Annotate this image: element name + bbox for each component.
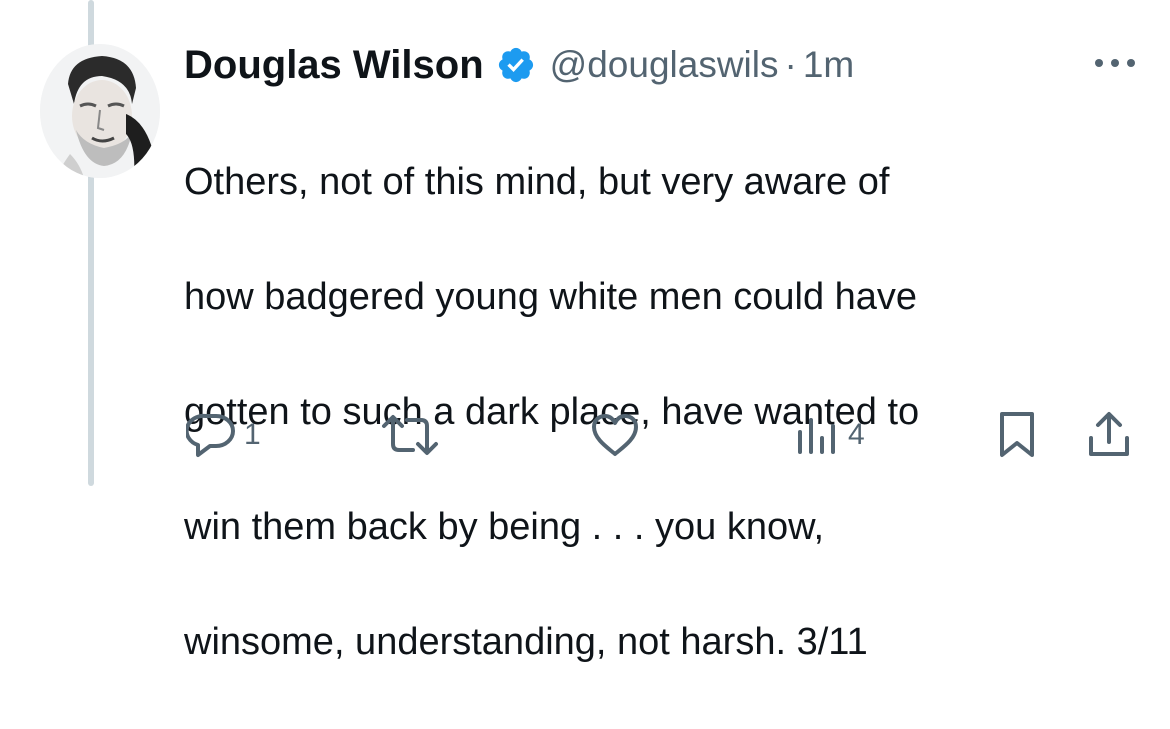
verified-badge-icon[interactable] xyxy=(496,45,536,85)
separator-dot: · xyxy=(784,44,797,85)
views-button[interactable]: 4 xyxy=(794,410,865,460)
more-button[interactable] xyxy=(1090,48,1140,78)
author-handle[interactable]: @douglaswils xyxy=(550,44,779,86)
tweet-text-line: how badgered young white men could have xyxy=(184,275,918,318)
reply-count: 1 xyxy=(244,418,261,451)
reply-icon xyxy=(186,413,235,457)
share-button[interactable] xyxy=(1086,410,1132,460)
bookmark-icon xyxy=(1000,412,1034,457)
bookmark-button[interactable] xyxy=(996,410,1038,460)
share-icon xyxy=(1089,412,1129,456)
tweet-text-line: winsome, understanding, not harsh. 3/11 xyxy=(184,620,868,663)
retweet-icon xyxy=(382,415,438,455)
avatar[interactable] xyxy=(40,44,160,178)
more-icon xyxy=(1095,59,1135,67)
avatar-image xyxy=(40,44,160,178)
tweet-text-line: win them back by being . . . you know, xyxy=(184,505,825,548)
reply-button[interactable]: 1 xyxy=(186,410,261,460)
action-bar: 1 4 xyxy=(0,400,1170,470)
like-icon xyxy=(592,414,638,456)
tweet-text-line: Others, not of this mind, but very aware… xyxy=(184,160,890,203)
author-name[interactable]: Douglas Wilson xyxy=(184,43,484,88)
retweet-button[interactable] xyxy=(380,410,440,460)
timestamp[interactable]: 1m xyxy=(803,44,854,86)
tweet-header: Douglas Wilson @douglaswils · 1m xyxy=(184,40,854,90)
views-count: 4 xyxy=(848,418,865,451)
like-button[interactable] xyxy=(590,410,640,460)
views-icon xyxy=(798,418,835,454)
